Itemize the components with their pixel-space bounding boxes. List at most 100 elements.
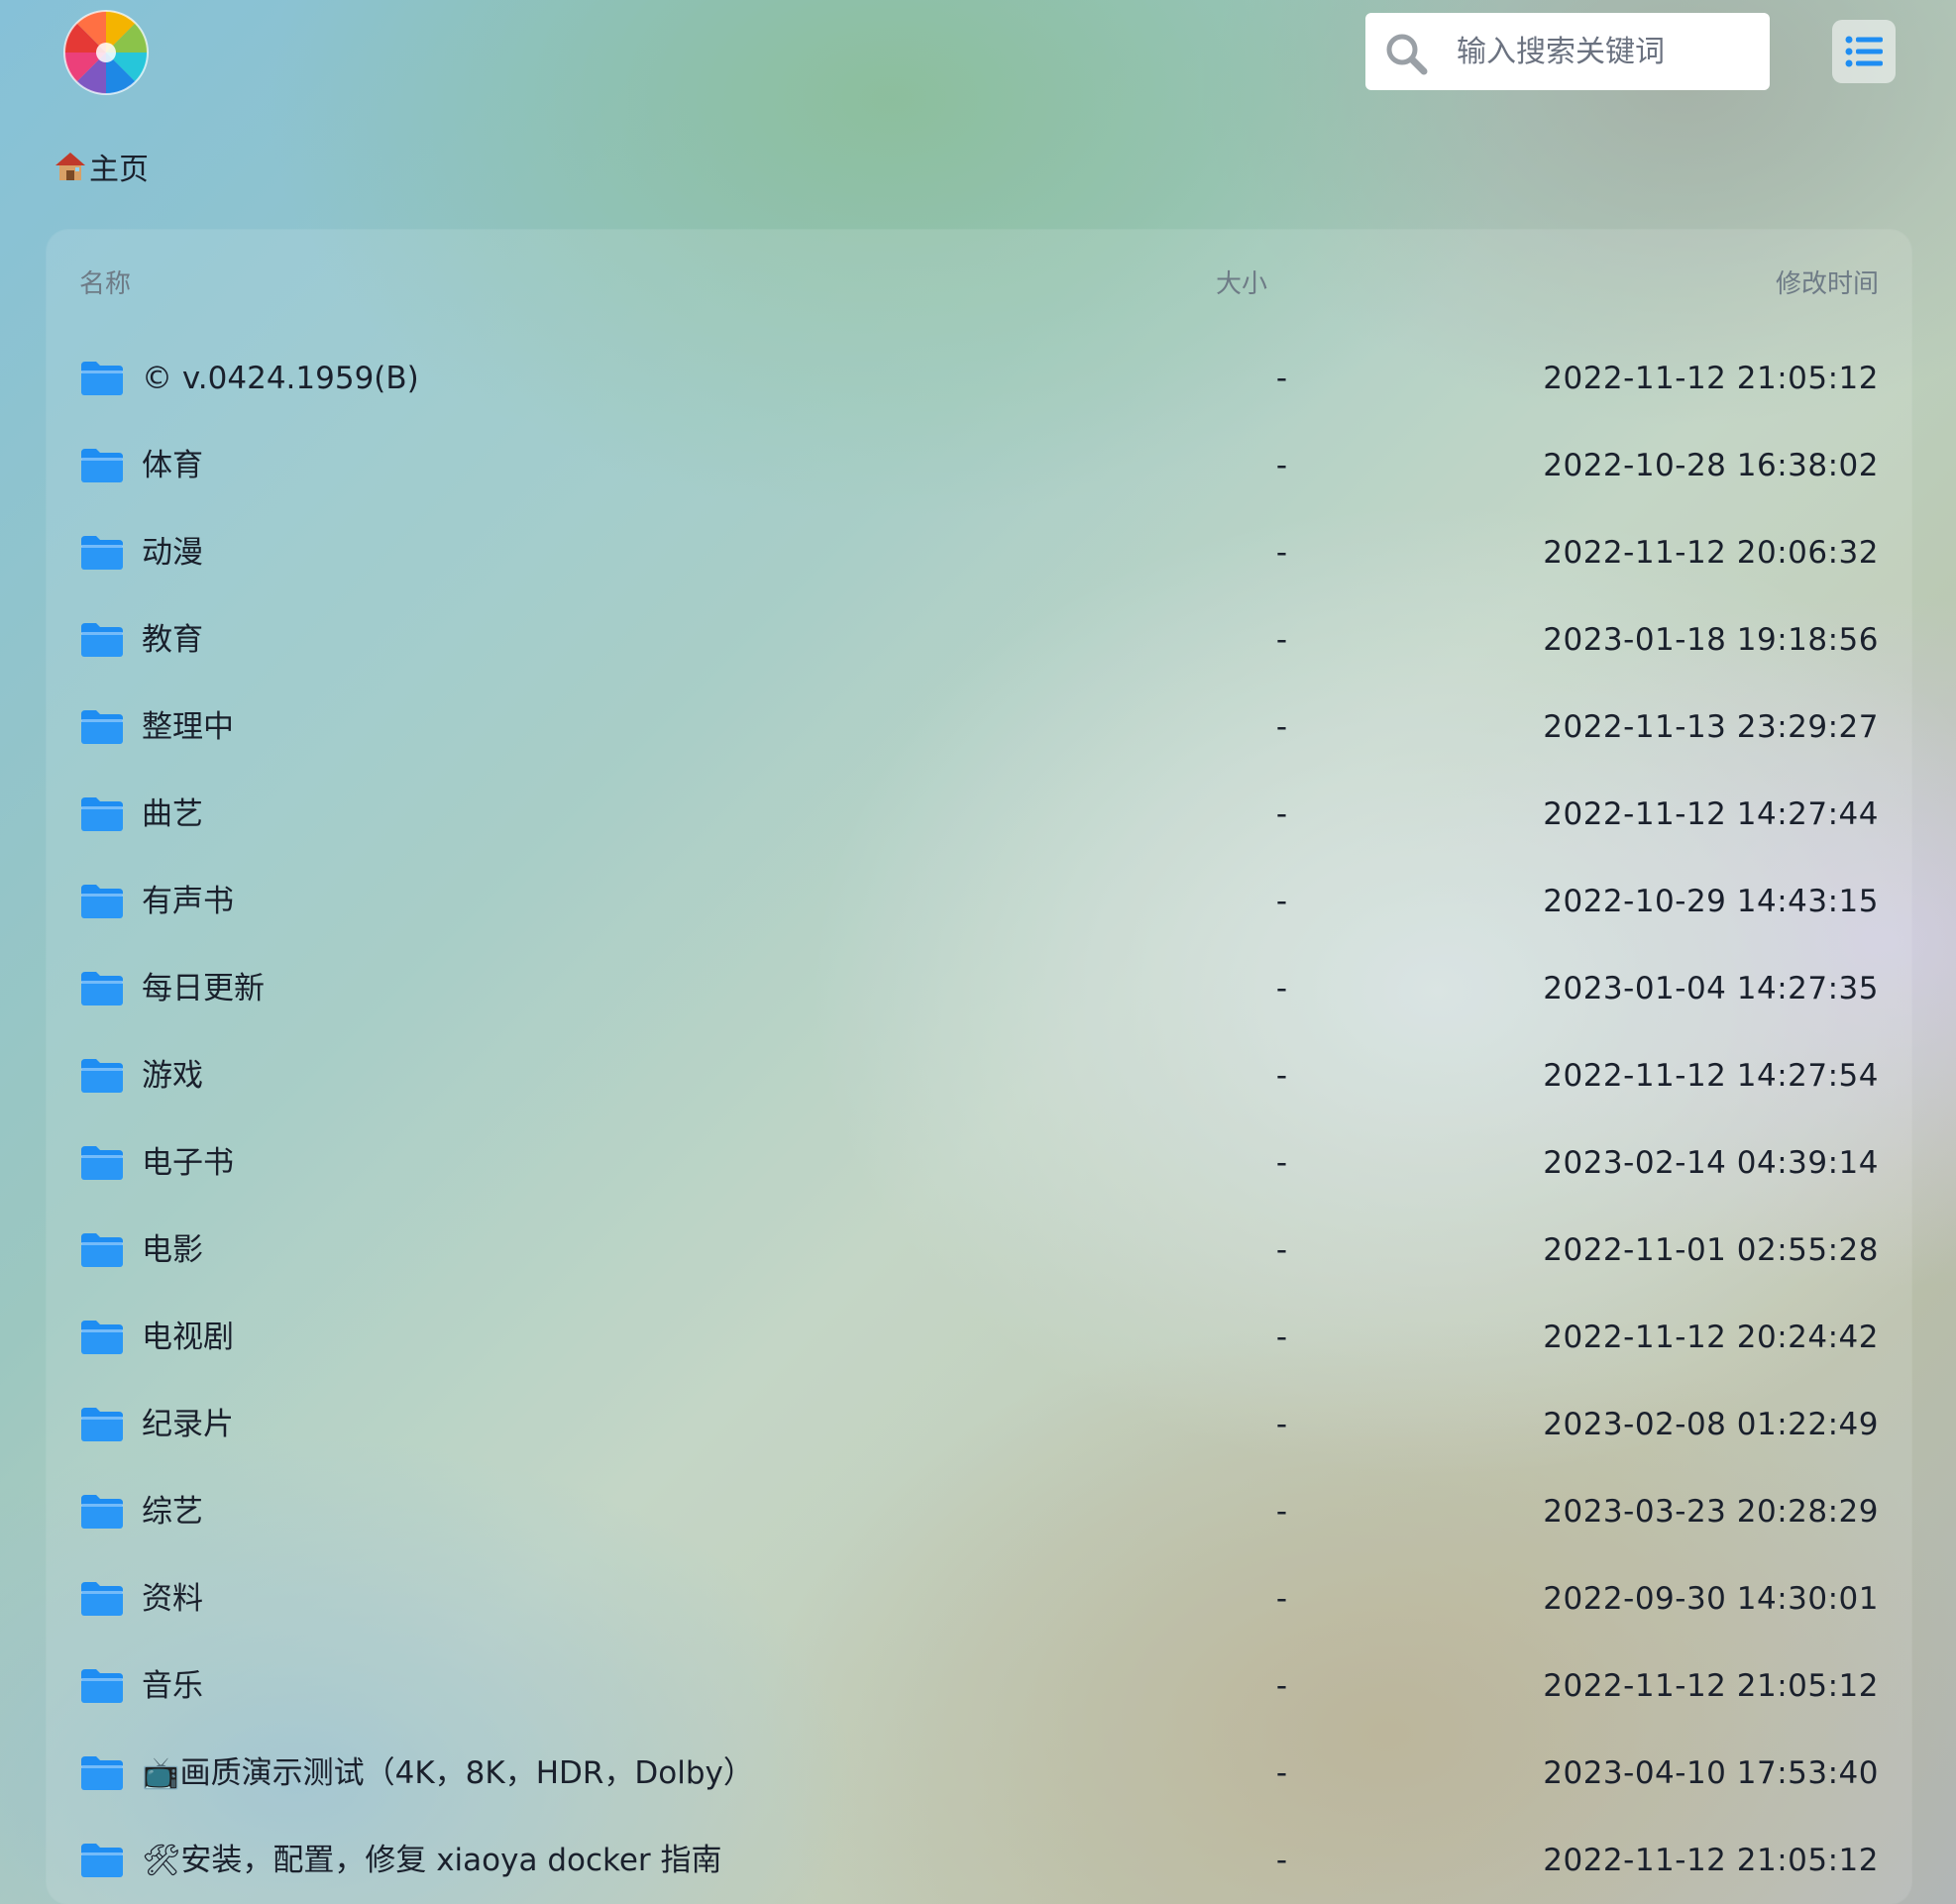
file-name[interactable]: 电影 (142, 1207, 203, 1294)
file-modified-time: 2022-10-28 16:38:02 (1543, 448, 1879, 483)
list-icon (1845, 36, 1883, 67)
file-row[interactable]: 资料 - 2022-09-30 14:30:01 (47, 1555, 1911, 1642)
file-size: - (1275, 361, 1287, 396)
file-row[interactable]: 综艺 - 2023-03-23 20:28:29 (47, 1468, 1911, 1555)
folder-icon (81, 623, 123, 657)
file-row[interactable]: 电影 - 2022-11-01 02:55:28 (47, 1207, 1911, 1294)
file-size: - (1275, 1320, 1287, 1355)
file-row[interactable]: 教育 - 2023-01-18 19:18:56 (47, 596, 1911, 684)
file-row[interactable]: 🛠安装，配置，修复 xiaoya docker 指南 - 2022-11-12 … (47, 1817, 1911, 1904)
file-modified-time: 2022-11-12 21:05:12 (1543, 361, 1879, 396)
file-row[interactable]: 游戏 - 2022-11-12 14:27:54 (47, 1032, 1911, 1119)
file-name[interactable]: 资料 (142, 1555, 203, 1642)
file-name[interactable]: 游戏 (142, 1032, 203, 1119)
file-size: - (1275, 796, 1287, 832)
file-size: - (1275, 1058, 1287, 1094)
file-size: - (1275, 1755, 1287, 1791)
file-modified-time: 2023-02-08 01:22:49 (1543, 1407, 1879, 1442)
file-size: - (1275, 535, 1287, 571)
file-size: - (1275, 448, 1287, 483)
file-name[interactable]: 动漫 (142, 509, 203, 596)
file-list: © v.0424.1959(B) - 2022-11-12 21:05:12 体… (47, 335, 1911, 1904)
folder-icon (81, 1146, 123, 1180)
file-modified-time: 2022-11-12 20:24:42 (1543, 1320, 1879, 1355)
breadcrumb[interactable]: 主页 (54, 141, 149, 192)
file-row[interactable]: 电子书 - 2023-02-14 04:39:14 (47, 1119, 1911, 1207)
file-modified-time: 2023-02-14 04:39:14 (1543, 1145, 1879, 1181)
file-size: - (1275, 1494, 1287, 1530)
folder-icon (81, 1844, 123, 1877)
file-modified-time: 2023-04-10 17:53:40 (1543, 1755, 1879, 1791)
file-row[interactable]: 📺画质演示测试（4K，8K，HDR，Dolby） - 2023-04-10 17… (47, 1730, 1911, 1817)
folder-icon (81, 1669, 123, 1703)
file-modified-time: 2022-11-12 14:27:54 (1543, 1058, 1879, 1094)
file-name[interactable]: 电视剧 (142, 1294, 234, 1381)
folder-icon (81, 972, 123, 1005)
file-row[interactable]: 体育 - 2022-10-28 16:38:02 (47, 422, 1911, 509)
search-input[interactable] (1457, 13, 1754, 90)
file-name[interactable]: 曲艺 (142, 771, 203, 858)
file-name[interactable]: 教育 (142, 596, 203, 684)
file-modified-time: 2022-11-12 20:06:32 (1543, 535, 1879, 571)
column-header-size[interactable]: 大小 (1216, 264, 1267, 300)
file-row[interactable]: © v.0424.1959(B) - 2022-11-12 21:05:12 (47, 335, 1911, 422)
file-name[interactable]: 每日更新 (142, 945, 265, 1032)
column-header-name[interactable]: 名称 (79, 264, 131, 300)
file-row[interactable]: 曲艺 - 2022-11-12 14:27:44 (47, 771, 1911, 858)
file-row[interactable]: 电视剧 - 2022-11-12 20:24:42 (47, 1294, 1911, 1381)
file-list-panel: 名称 大小 修改时间 © v.0424.1959(B) - 2022-11-12… (47, 230, 1911, 1904)
house-icon (55, 153, 85, 180)
file-name[interactable]: © v.0424.1959(B) (142, 335, 419, 422)
folder-icon (81, 1495, 123, 1529)
file-name[interactable]: 综艺 (142, 1468, 203, 1555)
folder-icon (81, 710, 123, 744)
file-size: - (1275, 1581, 1287, 1617)
file-name[interactable]: 纪录片 (142, 1381, 234, 1468)
file-name[interactable]: 音乐 (142, 1642, 203, 1730)
file-row[interactable]: 整理中 - 2022-11-13 23:29:27 (47, 684, 1911, 771)
file-size: - (1275, 1145, 1287, 1181)
file-name[interactable]: 体育 (142, 422, 203, 509)
folder-icon (81, 1582, 123, 1616)
file-modified-time: 2022-11-13 23:29:27 (1543, 709, 1879, 745)
file-modified-time: 2022-09-30 14:30:01 (1543, 1581, 1879, 1617)
file-name[interactable]: 电子书 (142, 1119, 234, 1207)
folder-icon (81, 1321, 123, 1354)
file-list-header: 名称 大小 修改时间 (47, 230, 1911, 329)
file-name[interactable]: 🛠安装，配置，修复 xiaoya docker 指南 (142, 1817, 722, 1904)
file-row[interactable]: 动漫 - 2022-11-12 20:06:32 (47, 509, 1911, 596)
list-view-button[interactable] (1832, 20, 1896, 83)
folder-icon (81, 449, 123, 482)
file-name[interactable]: 整理中 (142, 684, 234, 771)
file-modified-time: 2022-11-12 21:05:12 (1543, 1668, 1879, 1704)
file-size: - (1275, 884, 1287, 919)
folder-icon (81, 1059, 123, 1093)
breadcrumb-home-label: 主页 (89, 153, 149, 187)
file-row[interactable]: 纪录片 - 2023-02-08 01:22:49 (47, 1381, 1911, 1468)
file-size: - (1275, 1232, 1287, 1268)
file-row[interactable]: 有声书 - 2022-10-29 14:43:15 (47, 858, 1911, 945)
file-name[interactable]: 📺画质演示测试（4K，8K，HDR，Dolby） (142, 1730, 754, 1817)
search-icon (1386, 34, 1428, 75)
folder-icon (81, 1408, 123, 1441)
folder-icon (81, 885, 123, 918)
search-box[interactable] (1365, 13, 1770, 90)
folder-icon (81, 797, 123, 831)
file-modified-time: 2022-11-01 02:55:28 (1543, 1232, 1879, 1268)
file-row[interactable]: 音乐 - 2022-11-12 21:05:12 (47, 1642, 1911, 1730)
file-modified-time: 2023-03-23 20:28:29 (1543, 1494, 1879, 1530)
folder-icon (81, 362, 123, 395)
file-size: - (1275, 622, 1287, 658)
file-size: - (1275, 1843, 1287, 1878)
folder-icon (81, 536, 123, 570)
file-size: - (1275, 1668, 1287, 1704)
file-modified-time: 2022-11-12 21:05:12 (1543, 1843, 1879, 1878)
file-modified-time: 2022-10-29 14:43:15 (1543, 884, 1879, 919)
column-header-modified[interactable]: 修改时间 (1776, 264, 1879, 300)
file-row[interactable]: 每日更新 - 2023-01-04 14:27:35 (47, 945, 1911, 1032)
file-name[interactable]: 有声书 (142, 858, 234, 945)
site-logo[interactable] (63, 10, 149, 95)
file-modified-time: 2023-01-18 19:18:56 (1543, 622, 1879, 658)
folder-icon (81, 1756, 123, 1790)
file-size: - (1275, 1407, 1287, 1442)
